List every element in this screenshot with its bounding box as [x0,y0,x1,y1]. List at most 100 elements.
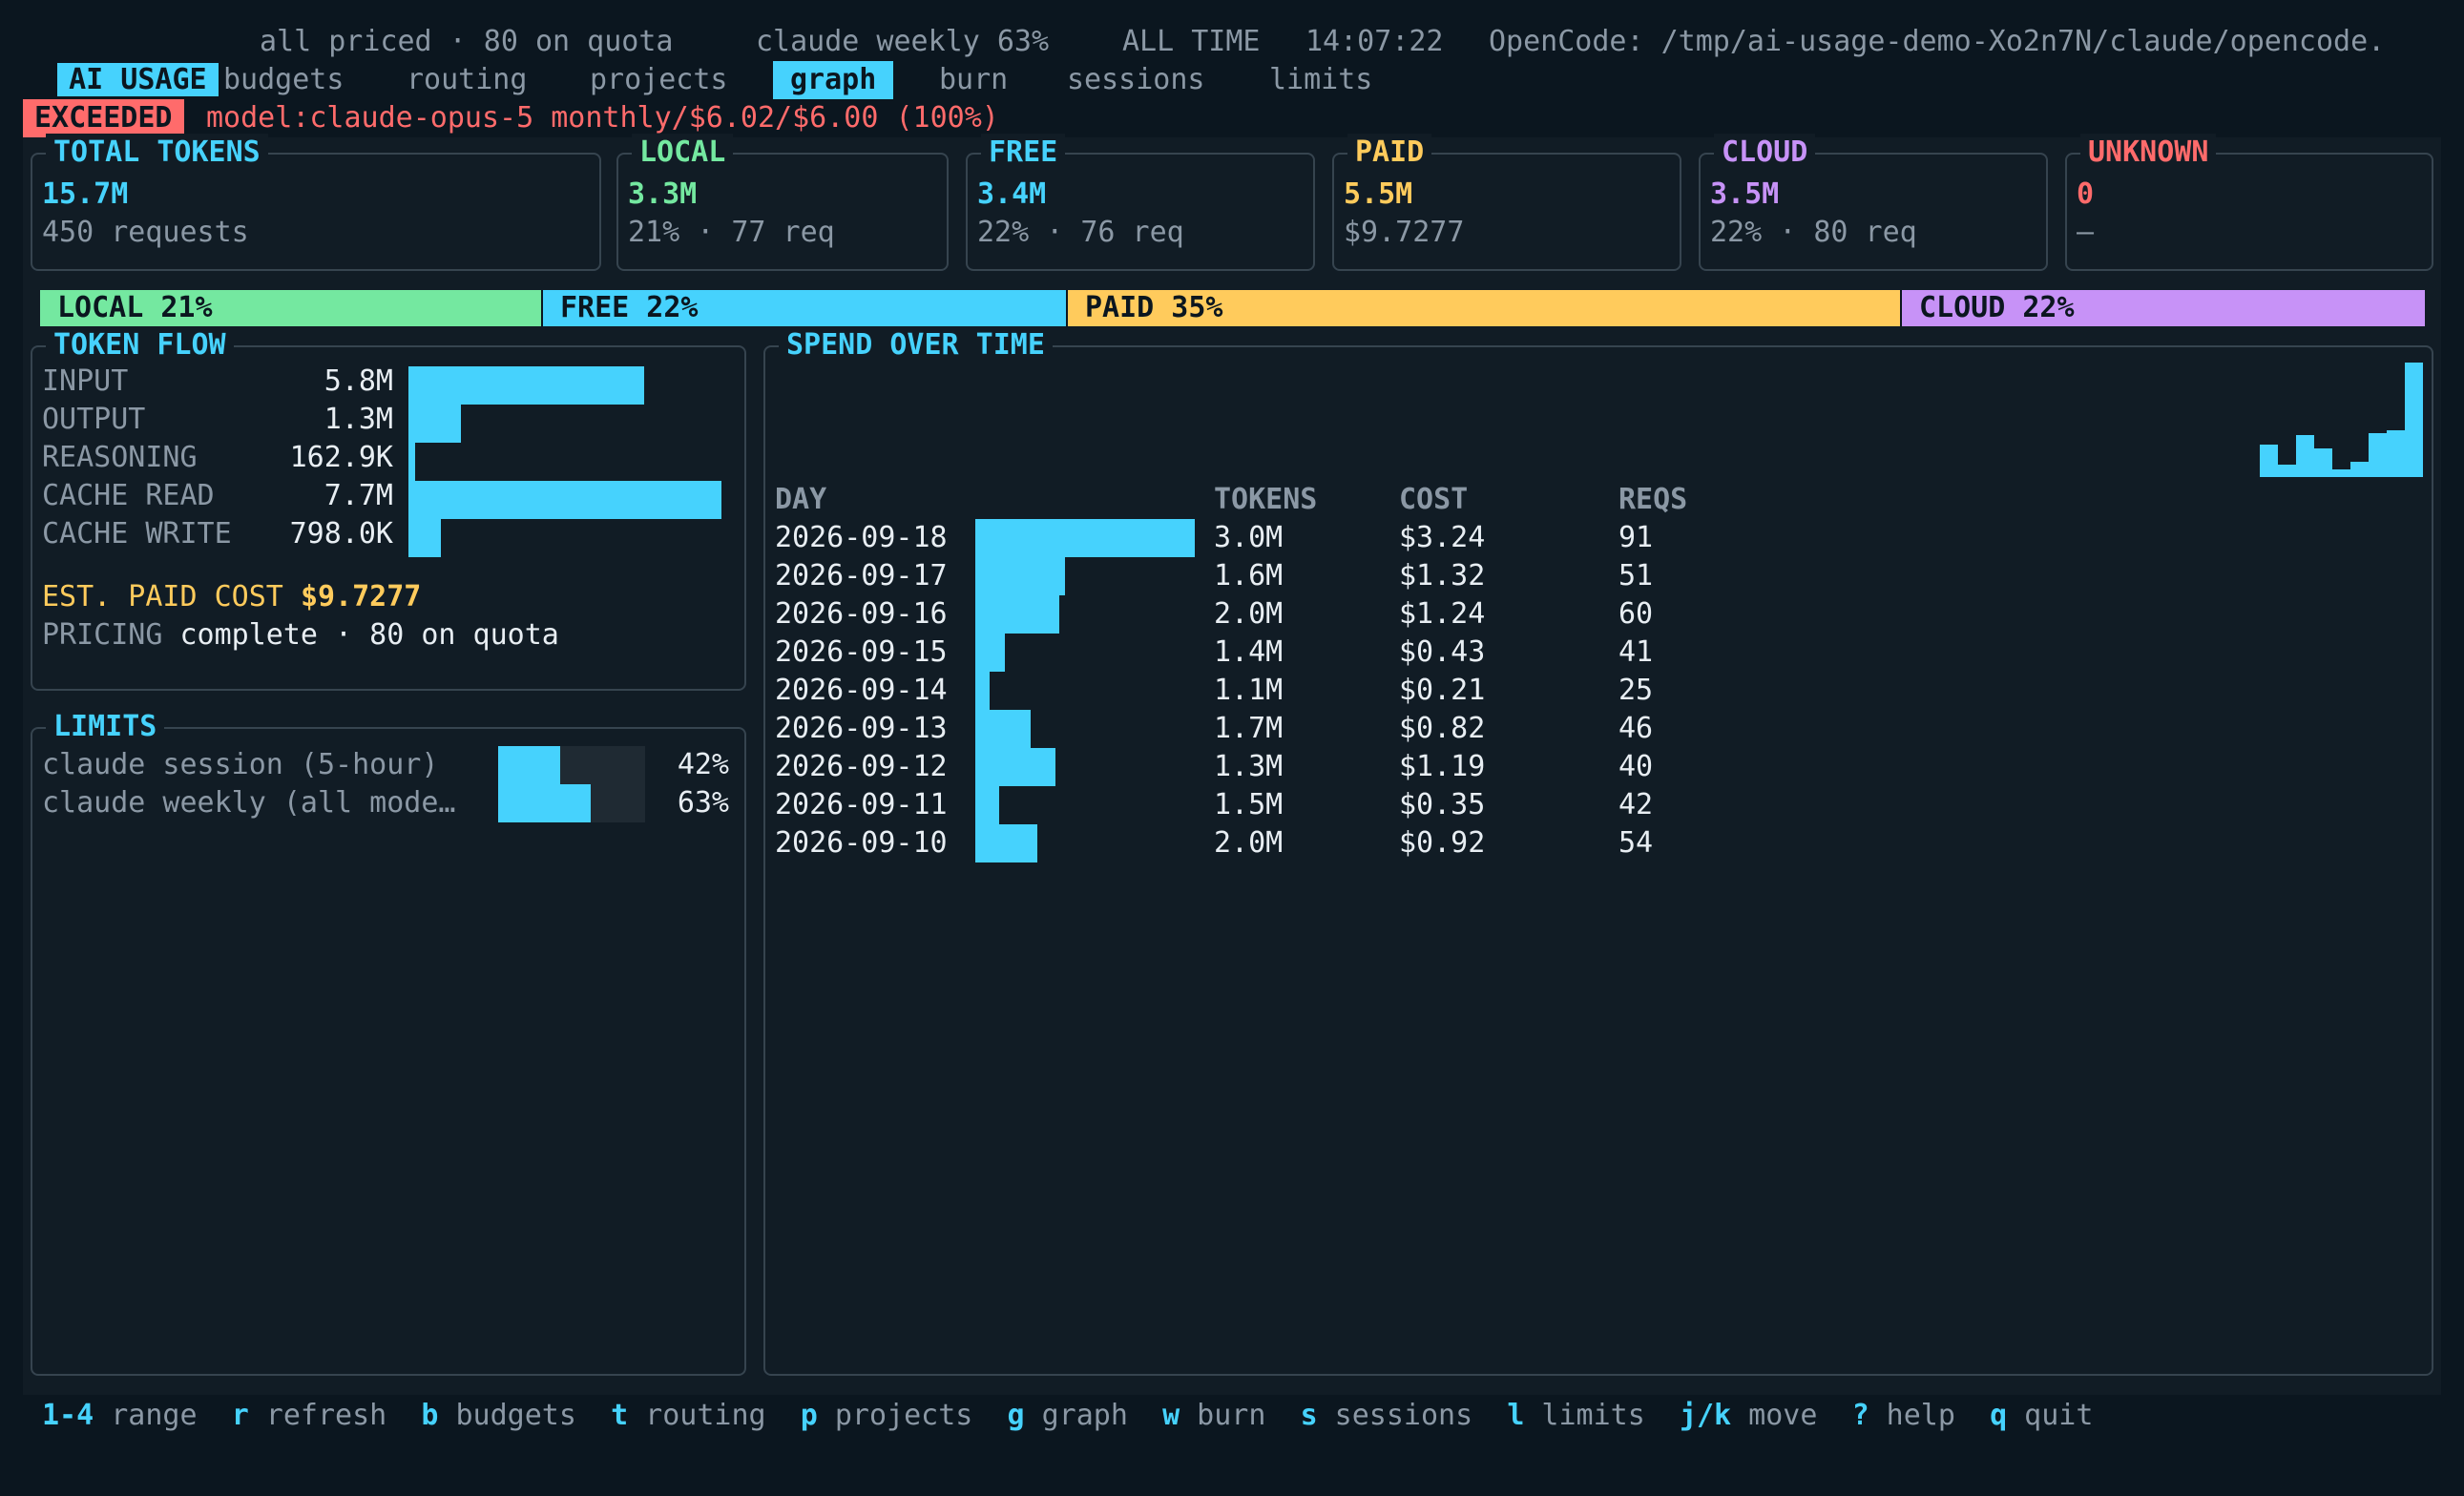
card-subtext: — [2077,216,2095,249]
sparkline-bar [2296,435,2314,477]
spend-cost: $1.19 [1399,750,1486,783]
sparkline-bar [2405,363,2423,477]
card-value: 3.3M [628,177,698,211]
spend-day: 2026-09-16 [775,597,948,631]
spend-tokens: 1.4M [1214,635,1284,669]
limit-fill [498,784,591,822]
card-title: TOTAL TOKENS [46,134,268,172]
hint-label: range [94,1399,232,1432]
spend-cost: $0.21 [1399,674,1486,707]
tab-graph[interactable]: graph [773,61,894,99]
panel-title: LIMITS [46,708,165,746]
hint-key[interactable]: r [232,1399,249,1432]
cost-value: $9.7277 [300,580,422,613]
tab-budgets[interactable]: budgets [223,61,344,99]
spend-day: 2026-09-13 [775,712,948,745]
hint-label: graph [1024,1399,1163,1432]
sparkline-bar [2387,430,2405,477]
tab-projects[interactable]: projects [590,61,728,99]
card-value: 5.5M [1344,177,1413,211]
spend-cost: $0.82 [1399,712,1486,745]
limit-label: claude session (5-hour) [42,748,439,781]
card-subtext: 22% · 80 req [1710,216,1917,249]
spend-day: 2026-09-10 [775,826,948,860]
spend-cost: $0.43 [1399,635,1486,669]
hint-key[interactable]: b [421,1399,438,1432]
spend-day: 2026-09-11 [775,788,948,821]
keybinding-hints: 1-4 range r refresh b budgets t routing … [42,1397,2093,1435]
flow-value: 162.9K [289,441,393,474]
hint-key[interactable]: q [1990,1399,2007,1432]
panel-title: TOKEN FLOW [46,326,234,364]
spend-tokens: 1.3M [1214,750,1284,783]
hint-key[interactable]: s [1301,1399,1318,1432]
spend-cost: $0.92 [1399,826,1486,860]
clock: 14:07:22 [1305,25,1444,58]
weekly-limit-status: claude weekly 63% [756,25,1050,58]
hint-label: projects [817,1399,1008,1432]
limit-percent: 63% [677,786,729,820]
budget-alert-message: model:claude-opus-5 monthly/$6.02/$6.00 … [206,101,999,135]
spend-tokens: 2.0M [1214,826,1284,860]
hint-key[interactable]: p [801,1399,818,1432]
panel-title: SPEND OVER TIME [779,326,1053,364]
spend-tokens: 1.1M [1214,674,1284,707]
card-subtext: 22% · 76 req [977,216,1184,249]
hint-key[interactable]: g [1008,1399,1025,1432]
column-header: TOKENS [1214,483,1318,516]
hint-key[interactable]: ? [1852,1399,1869,1432]
card-local: LOCAL 3.3M 21% · 77 req [616,134,949,271]
spend-tokens: 3.0M [1214,521,1284,554]
token-flow-panel: TOKEN FLOW EST. PAID COST $9.7277 PRICIN… [31,326,746,691]
spend-day: 2026-09-15 [775,635,948,669]
hint-key[interactable]: j/k [1680,1399,1731,1432]
hint-label: move [1731,1399,1852,1432]
pricing-label: PRICING [42,618,163,652]
spend-bar [975,824,1037,862]
flow-value: 798.0K [289,517,393,551]
limit-percent: 42% [677,748,729,781]
spend-reqs: 40 [1618,750,1654,783]
card-title: CLOUD [1714,134,1816,172]
hint-key[interactable]: 1-4 [42,1399,94,1432]
card-cloud: CLOUD 3.5M 22% · 80 req [1699,134,2048,271]
hint-key[interactable]: l [1507,1399,1524,1432]
cost-label: EST. PAID COST [42,580,283,613]
sparkline-bar [2278,465,2296,477]
card-unknown: UNKNOWN 0 — [2065,134,2433,271]
spend-day: 2026-09-14 [775,674,948,707]
spend-day: 2026-09-17 [775,559,948,592]
spend-tokens: 1.7M [1214,712,1284,745]
card-subtext: $9.7277 [1344,216,1465,249]
pricing-status: all priced · 80 on quota [260,25,674,58]
flow-value: 1.3M [324,403,393,436]
tab-limits[interactable]: limits [1269,61,1372,99]
spend-cost: $3.24 [1399,521,1486,554]
mix-segment: CLOUD 22% [1900,290,2425,326]
mix-segment: FREE 22% [541,290,1066,326]
hint-label: routing [628,1399,801,1432]
tab-routing[interactable]: routing [407,61,527,99]
card-value: 0 [2077,177,2095,211]
sparkline-bar [2369,433,2387,477]
card-value: 15.7M [42,177,129,211]
card-subtext: 450 requests [42,216,249,249]
spend-reqs: 46 [1618,712,1654,745]
card-free: FREE 3.4M 22% · 76 req [966,134,1315,271]
spend-bar [975,557,1065,595]
flow-value: 5.8M [324,364,393,398]
hint-key[interactable]: w [1162,1399,1180,1432]
spend-bar [975,672,990,710]
card-value: 3.4M [977,177,1047,211]
spend-tokens: 1.5M [1214,788,1284,821]
hint-key[interactable]: t [611,1399,628,1432]
tab-sessions[interactable]: sessions [1067,61,1205,99]
time-range[interactable]: ALL TIME [1122,23,1261,61]
tab-burn[interactable]: burn [939,61,1008,99]
spend-reqs: 41 [1618,635,1654,669]
data-source-path: OpenCode: /tmp/ai-usage-demo-Xo2n7N/clau… [1489,25,2386,58]
card-title: PAID [1347,134,1432,172]
card-title: UNKNOWN [2080,134,2217,172]
exceeded-badge: EXCEEDED [23,99,184,137]
sparkline-bar [2314,448,2332,477]
